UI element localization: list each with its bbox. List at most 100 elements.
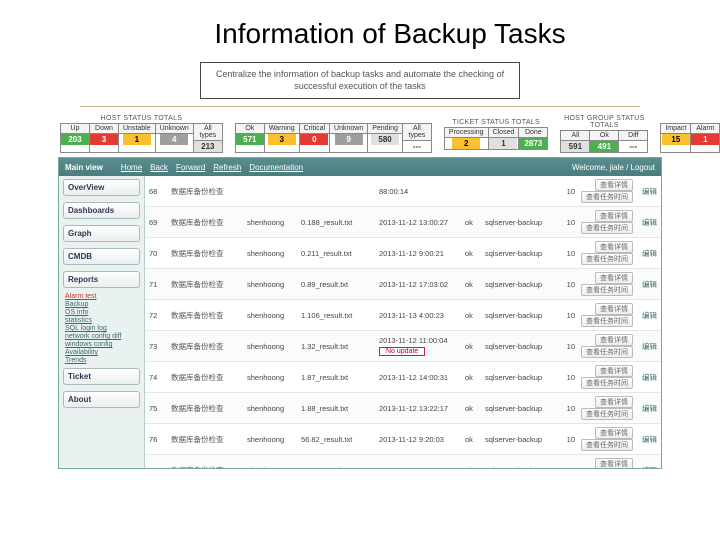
status-cell[interactable]: Diff--- — [618, 130, 648, 153]
status-cell[interactable]: Closed1 — [488, 127, 520, 150]
view-detail-button[interactable]: 查看详情 — [595, 303, 633, 315]
report-link[interactable]: Availability — [65, 349, 138, 356]
status-cell[interactable]: Unstable1 — [118, 123, 156, 153]
table-row[interactable]: 74数据库备份检查shenhoong1.87_result.txt2013-11… — [145, 362, 661, 393]
view-time-button[interactable]: 查看任务时间 — [581, 284, 633, 296]
view-time-button[interactable]: 查看任务时间 — [581, 315, 633, 327]
edit-link[interactable]: 编辑 — [633, 279, 657, 290]
view-detail-button[interactable]: 查看详情 — [595, 365, 633, 377]
view-time-button[interactable]: 查看任务时间 — [581, 253, 633, 265]
callout-box: Centralize the information of backup tas… — [200, 62, 520, 99]
status-cell[interactable]: Unknown4 — [155, 123, 194, 153]
view-detail-button[interactable]: 查看详情 — [595, 241, 633, 253]
table-row[interactable]: 75数据库备份检查shenhoong1.88_result.txt2013-11… — [145, 393, 661, 424]
edit-link[interactable]: 编辑 — [633, 310, 657, 321]
report-link[interactable]: network config diff — [65, 333, 138, 340]
status-cell[interactable]: Done2873 — [518, 127, 548, 150]
welcome-text[interactable]: Welcome, jiale / Logout — [572, 163, 655, 172]
status-group: HOST STATUS TOTALSUp203Down3Unstable1Unk… — [60, 115, 223, 153]
table-row[interactable]: 69数据库备份检查shenhoong0.188_result.txt2013-1… — [145, 207, 661, 238]
status-value: 1 — [123, 134, 151, 145]
view-detail-button[interactable]: 查看详情 — [595, 334, 633, 346]
report-link[interactable]: OS info — [65, 309, 138, 316]
report-link[interactable]: Backup — [65, 301, 138, 308]
nav-back[interactable]: Back — [150, 163, 168, 172]
status-head: Closed — [489, 128, 519, 138]
row-id: 75 — [149, 404, 171, 413]
status-cell[interactable]: Ok571 — [235, 123, 265, 153]
view-detail-button[interactable]: 查看详情 — [595, 179, 633, 191]
sidebar-about[interactable]: About — [63, 391, 140, 408]
view-detail-button[interactable]: 查看详情 — [595, 210, 633, 222]
row-status: ok — [465, 404, 485, 413]
edit-link[interactable]: 编辑 — [633, 465, 657, 469]
view-detail-button[interactable]: 查看详情 — [595, 427, 633, 439]
status-cell[interactable]: Down3 — [89, 123, 119, 153]
view-detail-button[interactable]: 查看详情 — [595, 396, 633, 408]
row-time: 2013-11-12 14:00:31 — [379, 373, 465, 382]
view-time-button[interactable]: 查看任务时间 — [581, 346, 633, 358]
report-link[interactable]: SQL login log — [65, 325, 138, 332]
status-cell[interactable]: Up203 — [60, 123, 90, 153]
table-row[interactable]: 70数据库备份检查shenhoong0.211_result.txt2013-1… — [145, 238, 661, 269]
nav-home[interactable]: Home — [121, 163, 142, 172]
status-cell[interactable]: Alarm1 — [690, 123, 720, 153]
status-head: Pending — [368, 124, 402, 134]
edit-link[interactable]: 编辑 — [633, 186, 657, 197]
table-row[interactable]: 72数据库备份检查shenhoong1.106_result.txt2013-1… — [145, 300, 661, 331]
status-cell[interactable]: Warning3 — [264, 123, 300, 153]
edit-link[interactable]: 编辑 — [633, 403, 657, 414]
sidebar-cmdb[interactable]: CMDB — [63, 248, 140, 265]
table-row[interactable]: 76数据库备份检查shenhoong56.82_result.txt2013-1… — [145, 424, 661, 455]
status-cell[interactable]: All types--- — [402, 123, 432, 153]
edit-link[interactable]: 编辑 — [633, 434, 657, 445]
row-actions: 查看详情查看任务时间 — [575, 334, 633, 358]
view-detail-button[interactable]: 查看详情 — [595, 458, 633, 468]
status-group: TICKET STATUS TOTALSProcessing2Closed1Do… — [444, 119, 548, 150]
view-time-button[interactable]: 查看任务时间 — [581, 408, 633, 420]
table-row[interactable]: 73数据库备份检查shenhoong1.32_result.txt2013-11… — [145, 331, 661, 362]
row-actions: 查看详情查看任务时间 — [575, 241, 633, 265]
row-user: shenhoong — [247, 249, 301, 258]
sidebar-graph[interactable]: Graph — [63, 225, 140, 242]
main-view-label[interactable]: Main view — [65, 163, 103, 172]
status-cell[interactable]: Critical0 — [299, 123, 330, 153]
status-cell[interactable]: Unknown9 — [329, 123, 368, 153]
status-head: Unknown — [330, 124, 367, 134]
row-file: 0.188_result.txt — [301, 218, 379, 227]
view-detail-button[interactable]: 查看详情 — [595, 272, 633, 284]
table-row[interactable]: 68数据库备份检查88:00:1410查看详情查看任务时间编辑 — [145, 176, 661, 207]
view-time-button[interactable]: 查看任务时间 — [581, 191, 633, 203]
table-row[interactable]: 77数据库备份检查shenhoong68.04_result.txt2013-1… — [145, 455, 661, 468]
status-cell[interactable]: Processing2 — [444, 127, 489, 150]
view-time-button[interactable]: 查看任务时间 — [581, 377, 633, 389]
nav-forward[interactable]: Forward — [176, 163, 205, 172]
edit-link[interactable]: 编辑 — [633, 372, 657, 383]
row-name: 数据库备份检查 — [171, 186, 247, 197]
table-row[interactable]: 71数据库备份检查shenhoong0.89_result.txt2013-11… — [145, 269, 661, 300]
status-cell[interactable]: All types213 — [193, 123, 223, 153]
report-link[interactable]: Trends — [65, 357, 138, 364]
status-head: Ok — [590, 131, 618, 141]
status-cell[interactable]: Impact15 — [660, 123, 691, 153]
sidebar-overview[interactable]: OverView — [63, 179, 140, 196]
edit-link[interactable]: 编辑 — [633, 341, 657, 352]
sidebar-ticket[interactable]: Ticket — [63, 368, 140, 385]
content-table: 68数据库备份检查88:00:1410查看详情查看任务时间编辑69数据库备份检查… — [145, 176, 661, 468]
no-update-badge: No update — [379, 347, 425, 356]
sidebar-reports[interactable]: Reports — [63, 271, 140, 288]
status-cell[interactable]: Pending580 — [367, 123, 403, 153]
status-cell[interactable]: All591 — [560, 130, 590, 153]
nav-documentation[interactable]: Documentation — [249, 163, 303, 172]
sidebar-dashboards[interactable]: Dashboards — [63, 202, 140, 219]
row-time: 2013-11-12 13:22:17 — [379, 404, 465, 413]
view-time-button[interactable]: 查看任务时间 — [581, 222, 633, 234]
status-cell[interactable]: Ok491 — [589, 130, 619, 153]
report-link[interactable]: statistics — [65, 317, 138, 324]
report-link[interactable]: windows config — [65, 341, 138, 348]
edit-link[interactable]: 编辑 — [633, 248, 657, 259]
report-link[interactable]: Alarm test — [65, 293, 138, 300]
nav-refresh[interactable]: Refresh — [213, 163, 241, 172]
view-time-button[interactable]: 查看任务时间 — [581, 439, 633, 451]
edit-link[interactable]: 编辑 — [633, 217, 657, 228]
